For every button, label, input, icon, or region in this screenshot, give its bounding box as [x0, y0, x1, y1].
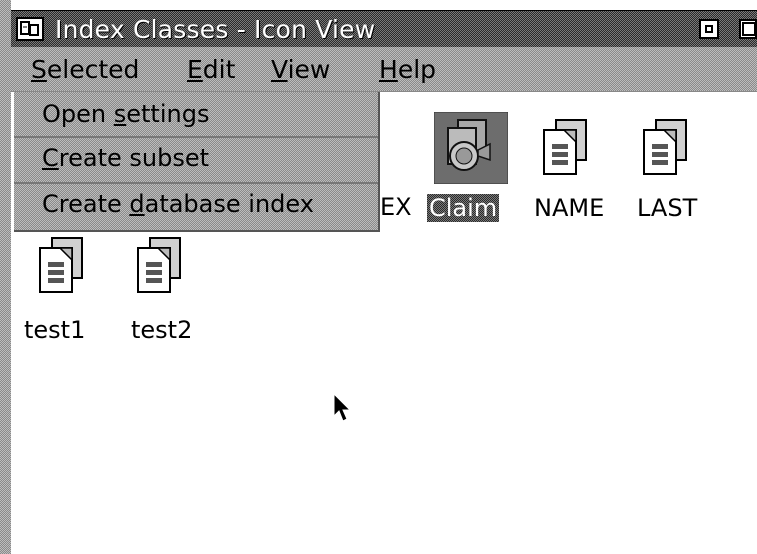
menu-bar: Selected Edit View Help: [11, 47, 757, 92]
menu-item-create-subset[interactable]: Create subset: [14, 138, 376, 182]
name-index-class-icon[interactable]: [540, 118, 590, 180]
open-settings-label-b: ettings: [126, 100, 210, 128]
menu-help[interactable]: Help: [379, 55, 436, 84]
menu-view-rest: iew: [287, 55, 331, 84]
last-index-class-icon[interactable]: [640, 118, 690, 180]
test1-index-class-icon[interactable]: [36, 236, 86, 298]
create-db-index-label-a: Create: [42, 190, 130, 218]
menu-selected-mnemonic: S: [31, 55, 47, 84]
menu-view-mnemonic: V: [271, 55, 288, 84]
create-db-index-label-b: atabase index: [144, 190, 314, 218]
claim-icon-label[interactable]: Claim: [427, 194, 499, 222]
system-menu-icon[interactable]: [16, 17, 44, 41]
test1-icon-label[interactable]: test1: [24, 316, 85, 344]
menu-help-rest: elp: [397, 55, 437, 84]
menu-item-open-settings[interactable]: Open settings: [14, 94, 376, 138]
create-db-index-mnemonic: d: [129, 190, 145, 218]
menu-selected-rest: elected: [46, 55, 140, 84]
maximize-button[interactable]: [739, 19, 757, 39]
open-settings-label-a: Open: [42, 100, 114, 128]
menu-view[interactable]: View: [271, 55, 330, 84]
minimize-button[interactable]: [699, 19, 719, 39]
test2-index-class-icon[interactable]: [134, 236, 184, 298]
open-settings-mnemonic: s: [113, 100, 127, 128]
menu-edit[interactable]: Edit: [187, 55, 235, 84]
menu-item-create-database-index[interactable]: Create database index: [14, 184, 376, 228]
last-icon-label[interactable]: LAST: [637, 194, 697, 222]
menu-edit-rest: dit: [202, 55, 236, 84]
icon-label-partial[interactable]: EX: [380, 193, 412, 221]
selected-dropdown-menu: Open settings Create subset Create datab…: [14, 92, 380, 232]
window-title: Index Classes - Icon View: [55, 15, 376, 44]
window-left-border: [0, 0, 11, 554]
name-icon-label[interactable]: NAME: [534, 194, 604, 222]
mouse-pointer-icon: [333, 392, 353, 427]
menu-selected[interactable]: Selected: [31, 55, 139, 84]
title-bar[interactable]: Index Classes - Icon View: [11, 10, 757, 47]
test2-icon-label[interactable]: test2: [131, 316, 192, 344]
create-subset-mnemonic: C: [42, 144, 59, 172]
claim-index-class-icon[interactable]: [433, 111, 509, 185]
create-subset-label-b: reate subset: [58, 144, 210, 172]
menu-help-mnemonic: H: [379, 55, 398, 84]
menu-edit-mnemonic: E: [187, 55, 203, 84]
